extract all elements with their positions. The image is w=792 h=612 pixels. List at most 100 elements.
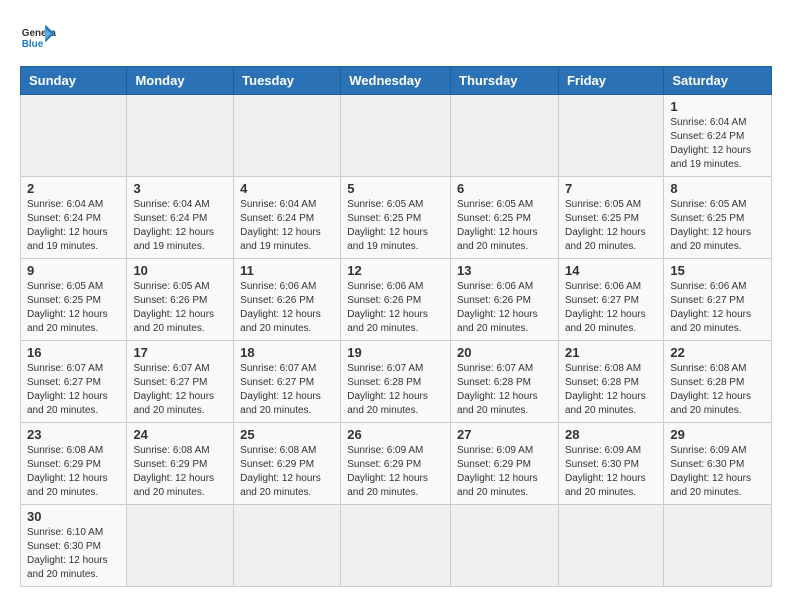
day-number: 17: [133, 345, 227, 360]
calendar-day-cell: 7 Sunrise: 6:05 AM Sunset: 6:25 PM Daylig…: [558, 177, 663, 259]
col-header-wednesday: Wednesday: [341, 67, 451, 95]
day-info: Sunrise: 6:09 AM Sunset: 6:30 PM Dayligh…: [565, 444, 657, 500]
day-number: 23: [27, 427, 120, 442]
logo-icon: General Blue: [20, 20, 56, 56]
day-number: 1: [670, 99, 765, 114]
day-info: Sunrise: 6:06 AM Sunset: 6:27 PM Dayligh…: [565, 280, 657, 336]
calendar-day-cell: 17Sunrise: 6:07 AM Sunset: 6:27 PM Dayli…: [127, 341, 234, 423]
day-info: Sunrise: 6:05 AM Sunset: 6:25 PM Dayligh…: [457, 198, 552, 254]
calendar-day-cell: 24 Sunrise: 6:08 AM Sunset: 6:29 PM Dayli…: [127, 423, 234, 505]
day-info: Sunrise: 6:08 AM Sunset: 6:29 PM Dayligh…: [133, 444, 227, 500]
day-info: Sunrise: 6:06 AM Sunset: 6:27 PM Dayligh…: [670, 280, 765, 336]
page-header: General Blue: [20, 20, 772, 56]
day-info: Sunrise: 6:06 AM Sunset: 6:26 PM Dayligh…: [347, 280, 444, 336]
calendar-day-cell: 4 Sunrise: 6:04 AM Sunset: 6:24 PM Daylig…: [234, 177, 341, 259]
calendar-day-cell: 16 Sunrise: 6:07 AM Sunset: 6:27 PM Dayli…: [21, 341, 127, 423]
day-info: Sunrise: 6:10 AM Sunset: 6:30 PM Dayligh…: [27, 526, 120, 582]
day-number: 26: [347, 427, 444, 442]
calendar-header-row: SundayMondayTuesdayWednesdayThursdayFrid…: [21, 67, 772, 95]
day-number: 3: [133, 181, 227, 196]
day-info: Sunrise: 6:05 AM Sunset: 6:25 PM Dayligh…: [347, 198, 444, 254]
day-number: 5: [347, 181, 444, 196]
day-number: 24: [133, 427, 227, 442]
calendar-day-cell: 19Sunrise: 6:07 AM Sunset: 6:28 PM Dayli…: [341, 341, 451, 423]
calendar-day-cell: 6 Sunrise: 6:05 AM Sunset: 6:25 PM Daylig…: [451, 177, 559, 259]
day-number: 18: [240, 345, 334, 360]
calendar-day-cell: 10Sunrise: 6:05 AM Sunset: 6:26 PM Dayli…: [127, 259, 234, 341]
calendar-day-cell: 30Sunrise: 6:10 AM Sunset: 6:30 PM Dayli…: [21, 505, 127, 587]
svg-text:Blue: Blue: [22, 39, 44, 50]
col-header-saturday: Saturday: [664, 67, 772, 95]
calendar-day-cell: 8 Sunrise: 6:05 AM Sunset: 6:25 PM Daylig…: [664, 177, 772, 259]
day-info: Sunrise: 6:04 AM Sunset: 6:24 PM Dayligh…: [133, 198, 227, 254]
day-number: 25: [240, 427, 334, 442]
day-info: Sunrise: 6:05 AM Sunset: 6:25 PM Dayligh…: [670, 198, 765, 254]
calendar-day-cell: 9 Sunrise: 6:05 AM Sunset: 6:25 PM Daylig…: [21, 259, 127, 341]
calendar-week-row: 1Sunrise: 6:04 AM Sunset: 6:24 PM Daylig…: [21, 95, 772, 177]
day-info: Sunrise: 6:08 AM Sunset: 6:29 PM Dayligh…: [27, 444, 120, 500]
day-number: 19: [347, 345, 444, 360]
calendar-day-cell: 26 Sunrise: 6:09 AM Sunset: 6:29 PM Dayli…: [341, 423, 451, 505]
calendar-day-cell: 2 Sunrise: 6:04 AM Sunset: 6:24 PM Daylig…: [21, 177, 127, 259]
day-number: 13: [457, 263, 552, 278]
calendar-day-cell: [127, 505, 234, 587]
day-info: Sunrise: 6:07 AM Sunset: 6:27 PM Dayligh…: [240, 362, 334, 418]
day-info: Sunrise: 6:08 AM Sunset: 6:28 PM Dayligh…: [565, 362, 657, 418]
day-number: 29: [670, 427, 765, 442]
col-header-monday: Monday: [127, 67, 234, 95]
day-info: Sunrise: 6:05 AM Sunset: 6:25 PM Dayligh…: [27, 280, 120, 336]
day-info: Sunrise: 6:05 AM Sunset: 6:25 PM Dayligh…: [565, 198, 657, 254]
day-info: Sunrise: 6:04 AM Sunset: 6:24 PM Dayligh…: [240, 198, 334, 254]
day-number: 28: [565, 427, 657, 442]
col-header-thursday: Thursday: [451, 67, 559, 95]
day-number: 9: [27, 263, 120, 278]
col-header-tuesday: Tuesday: [234, 67, 341, 95]
calendar-day-cell: [341, 95, 451, 177]
calendar-day-cell: 18 Sunrise: 6:07 AM Sunset: 6:27 PM Dayli…: [234, 341, 341, 423]
calendar-day-cell: [234, 505, 341, 587]
calendar-week-row: 23 Sunrise: 6:08 AM Sunset: 6:29 PM Dayli…: [21, 423, 772, 505]
calendar-day-cell: 11Sunrise: 6:06 AM Sunset: 6:26 PM Dayli…: [234, 259, 341, 341]
calendar-day-cell: [127, 95, 234, 177]
day-info: Sunrise: 6:06 AM Sunset: 6:26 PM Dayligh…: [457, 280, 552, 336]
day-info: Sunrise: 6:04 AM Sunset: 6:24 PM Dayligh…: [27, 198, 120, 254]
calendar-week-row: 16 Sunrise: 6:07 AM Sunset: 6:27 PM Dayli…: [21, 341, 772, 423]
day-info: Sunrise: 6:08 AM Sunset: 6:29 PM Dayligh…: [240, 444, 334, 500]
calendar-day-cell: 23 Sunrise: 6:08 AM Sunset: 6:29 PM Dayli…: [21, 423, 127, 505]
calendar-day-cell: 12 Sunrise: 6:06 AM Sunset: 6:26 PM Dayli…: [341, 259, 451, 341]
day-number: 27: [457, 427, 552, 442]
day-info: Sunrise: 6:09 AM Sunset: 6:30 PM Dayligh…: [670, 444, 765, 500]
day-number: 11: [240, 263, 334, 278]
day-number: 16: [27, 345, 120, 360]
col-header-sunday: Sunday: [21, 67, 127, 95]
day-info: Sunrise: 6:05 AM Sunset: 6:26 PM Dayligh…: [133, 280, 227, 336]
day-info: Sunrise: 6:08 AM Sunset: 6:28 PM Dayligh…: [670, 362, 765, 418]
calendar-week-row: 30Sunrise: 6:10 AM Sunset: 6:30 PM Dayli…: [21, 505, 772, 587]
calendar-day-cell: 1Sunrise: 6:04 AM Sunset: 6:24 PM Daylig…: [664, 95, 772, 177]
day-info: Sunrise: 6:07 AM Sunset: 6:27 PM Dayligh…: [27, 362, 120, 418]
day-number: 6: [457, 181, 552, 196]
calendar-day-cell: 27Sunrise: 6:09 AM Sunset: 6:29 PM Dayli…: [451, 423, 559, 505]
calendar-day-cell: 3 Sunrise: 6:04 AM Sunset: 6:24 PM Daylig…: [127, 177, 234, 259]
day-number: 2: [27, 181, 120, 196]
day-number: 8: [670, 181, 765, 196]
day-info: Sunrise: 6:09 AM Sunset: 6:29 PM Dayligh…: [347, 444, 444, 500]
calendar-day-cell: [234, 95, 341, 177]
calendar-day-cell: 14Sunrise: 6:06 AM Sunset: 6:27 PM Dayli…: [558, 259, 663, 341]
day-number: 20: [457, 345, 552, 360]
calendar-day-cell: [664, 505, 772, 587]
calendar-day-cell: 22Sunrise: 6:08 AM Sunset: 6:28 PM Dayli…: [664, 341, 772, 423]
calendar-day-cell: 29 Sunrise: 6:09 AM Sunset: 6:30 PM Dayli…: [664, 423, 772, 505]
day-number: 7: [565, 181, 657, 196]
calendar-day-cell: [558, 505, 663, 587]
col-header-friday: Friday: [558, 67, 663, 95]
calendar-week-row: 9 Sunrise: 6:05 AM Sunset: 6:25 PM Daylig…: [21, 259, 772, 341]
calendar-day-cell: 15Sunrise: 6:06 AM Sunset: 6:27 PM Dayli…: [664, 259, 772, 341]
calendar-table: SundayMondayTuesdayWednesdayThursdayFrid…: [20, 66, 772, 587]
day-number: 12: [347, 263, 444, 278]
day-number: 21: [565, 345, 657, 360]
logo: General Blue: [20, 20, 56, 56]
calendar-day-cell: [451, 505, 559, 587]
day-number: 4: [240, 181, 334, 196]
calendar-day-cell: 13 Sunrise: 6:06 AM Sunset: 6:26 PM Dayli…: [451, 259, 559, 341]
